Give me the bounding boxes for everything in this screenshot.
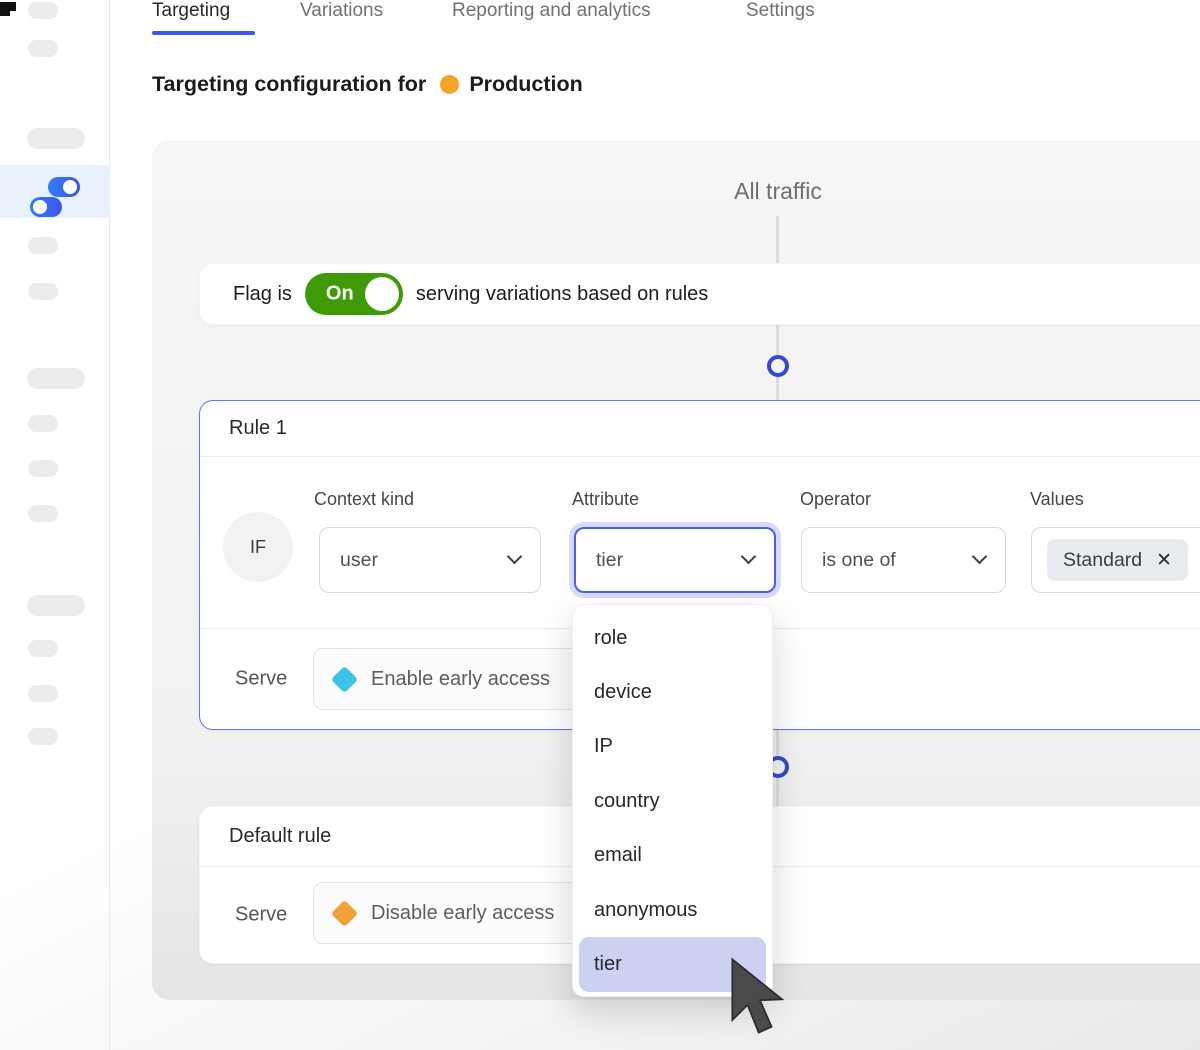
page: Targeting Variations Reporting and analy… bbox=[0, 0, 1200, 1050]
chevron-down-icon bbox=[741, 549, 757, 565]
tab-targeting[interactable]: Targeting bbox=[152, 0, 230, 22]
variation-diamond-icon bbox=[331, 899, 358, 926]
option-role[interactable]: role bbox=[573, 611, 772, 665]
active-tab-underline bbox=[152, 31, 255, 35]
attribute-dropdown: role device IP country email anonymous t… bbox=[572, 604, 773, 997]
context-kind-label: Context kind bbox=[314, 489, 414, 510]
remove-value-icon[interactable]: ✕ bbox=[1156, 549, 1172, 572]
mouse-cursor-icon bbox=[724, 956, 796, 1040]
values-input[interactable]: Standard ✕ bbox=[1031, 527, 1200, 593]
toggle-knob bbox=[365, 277, 399, 311]
chevron-down-icon bbox=[972, 549, 988, 565]
sidebar-skeleton-pill bbox=[27, 595, 85, 616]
context-kind-select[interactable]: user bbox=[319, 527, 541, 593]
connector-line bbox=[776, 216, 779, 263]
serve-label: Serve bbox=[235, 668, 287, 691]
toggle-on-label: On bbox=[326, 283, 354, 306]
option-ip[interactable]: IP bbox=[573, 720, 772, 774]
app-logo-fragment bbox=[0, 2, 16, 16]
sidebar-skeleton-pill bbox=[28, 237, 58, 254]
option-device[interactable]: device bbox=[573, 665, 772, 719]
all-traffic-label: All traffic bbox=[734, 178, 822, 205]
sidebar-skeleton-pill bbox=[28, 283, 58, 300]
chevron-down-icon bbox=[507, 549, 523, 565]
attribute-select[interactable]: tier bbox=[574, 527, 776, 593]
flag-toggles-icon bbox=[30, 177, 80, 217]
option-email[interactable]: email bbox=[573, 829, 772, 883]
environment-dot-icon bbox=[440, 75, 459, 94]
connector-node-icon bbox=[767, 355, 789, 377]
environment-name: Production bbox=[469, 72, 582, 97]
sidebar-skeleton-pill bbox=[28, 415, 58, 432]
tab-variations[interactable]: Variations bbox=[300, 0, 383, 22]
if-badge: IF bbox=[223, 512, 293, 582]
sidebar-skeleton-pill bbox=[27, 128, 85, 149]
variation-diamond-icon bbox=[331, 665, 358, 692]
flag-is-label: Flag is bbox=[233, 283, 292, 306]
tab-reporting[interactable]: Reporting and analytics bbox=[452, 0, 651, 22]
option-anonymous[interactable]: anonymous bbox=[573, 883, 772, 937]
sidebar-skeleton-pill bbox=[28, 728, 58, 745]
sidebar-skeleton-pill bbox=[28, 2, 58, 19]
operator-select[interactable]: is one of bbox=[801, 527, 1006, 593]
flag-status-card: Flag is On serving variations based on r… bbox=[199, 263, 1200, 325]
sidebar-skeleton-pill bbox=[27, 368, 85, 389]
rule-title: Rule 1 bbox=[200, 401, 1200, 457]
sidebar-skeleton-pill bbox=[28, 460, 58, 477]
flag-on-toggle[interactable]: On bbox=[305, 273, 403, 315]
page-title: Targeting configuration for Production bbox=[152, 72, 583, 97]
flag-serving-label: serving variations based on rules bbox=[416, 283, 708, 306]
option-country[interactable]: country bbox=[573, 774, 772, 828]
tab-settings[interactable]: Settings bbox=[746, 0, 815, 22]
sidebar-skeleton-pill bbox=[28, 685, 58, 702]
operator-label: Operator bbox=[800, 489, 871, 510]
sidebar-item-flags[interactable] bbox=[0, 165, 110, 218]
attribute-label: Attribute bbox=[572, 489, 639, 510]
values-label: Values bbox=[1030, 489, 1084, 510]
sidebar-skeleton-pill bbox=[28, 505, 58, 522]
sidebar-skeleton-pill bbox=[28, 40, 58, 57]
value-chip-standard: Standard ✕ bbox=[1047, 539, 1188, 581]
serve-label: Serve bbox=[235, 904, 287, 927]
sidebar-skeleton-pill bbox=[28, 640, 58, 657]
sidebar bbox=[0, 0, 110, 1050]
